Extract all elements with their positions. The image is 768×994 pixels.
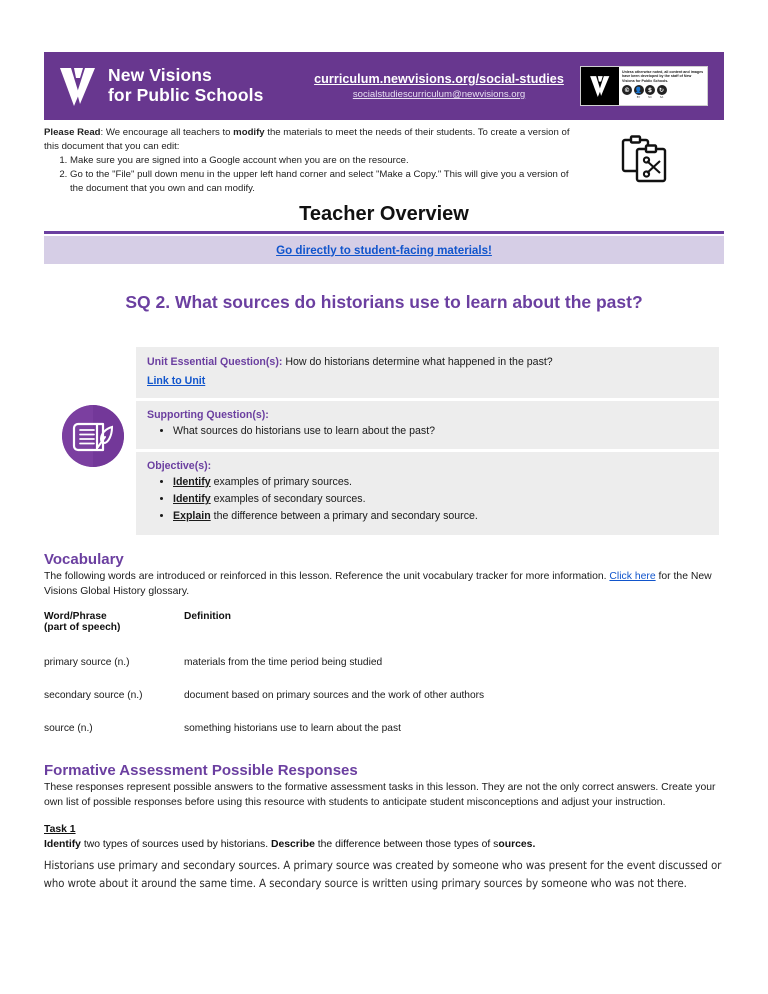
column-header-line-1: Word/Phrase bbox=[44, 611, 107, 623]
objective-item: Identify examples of primary sources. bbox=[173, 474, 708, 491]
table-row: secondary source (n.) document based on … bbox=[44, 684, 684, 717]
column-header-word-phrase: Word/Phrase (part of speech) bbox=[44, 611, 184, 651]
cc-nc-icon: $ bbox=[645, 85, 655, 96]
vocabulary-intro-a: The following words are introduced or re… bbox=[44, 571, 610, 582]
supporting-question-list: What sources do historians use to learn … bbox=[147, 423, 708, 440]
objectives-box: Objective(s): Identify examples of prima… bbox=[136, 452, 719, 535]
vocabulary-intro: The following words are introduced or re… bbox=[44, 569, 714, 599]
vocab-term: primary source (n.) bbox=[44, 657, 130, 669]
supporting-question-item: What sources do historians use to learn … bbox=[173, 423, 708, 440]
table-row: source (n.) something historians use to … bbox=[44, 717, 684, 750]
objective-rest: examples of primary sources. bbox=[210, 476, 352, 489]
cc-icon-row: © 👤 $ ↻ bbox=[622, 85, 704, 96]
task-prompt-mid-2: the difference between those types of s bbox=[314, 839, 499, 851]
supporting-question-label: Supporting Question(s): bbox=[147, 408, 269, 421]
license-text-box: Unless otherwise noted, all content and … bbox=[619, 67, 707, 105]
cc-cap-sa: SA bbox=[659, 95, 664, 99]
lesson-info-boxes: Unit Essential Question(s): How do histo… bbox=[136, 347, 719, 535]
cc-sa-icon: ↻ bbox=[656, 85, 667, 96]
license-checkmark-icon bbox=[590, 76, 610, 97]
formative-assessment-intro: These responses represent possible answe… bbox=[44, 782, 716, 809]
logo-line-2: for Public Schools bbox=[108, 85, 264, 105]
make-a-copy-clipboard-scissors-icon bbox=[620, 134, 676, 184]
student-materials-banner: Go directly to student-facing materials! bbox=[44, 236, 724, 264]
vocab-term: secondary source (n.) bbox=[44, 690, 143, 702]
unit-essential-question-label: Unit Essential Question(s): bbox=[147, 356, 283, 368]
please-read-step: Go to the "File" pull down menu in the u… bbox=[70, 168, 584, 195]
unit-essential-question-box: Unit Essential Question(s): How do histo… bbox=[136, 347, 719, 398]
task-sample-answer: Historians use primary and secondary sou… bbox=[43, 858, 722, 891]
vocabulary-section: Vocabulary The following words are intro… bbox=[44, 551, 714, 750]
cc-icon: © bbox=[622, 85, 632, 96]
please-read-steps: Make sure you are signed into a Google a… bbox=[44, 154, 584, 195]
cc-caption-row: BY NC SA bbox=[622, 96, 704, 99]
vocabulary-table: Word/Phrase (part of speech) Definition … bbox=[44, 611, 684, 750]
objective-verb: Identify bbox=[173, 493, 211, 506]
task-prompt: Identify two types of sources used by hi… bbox=[44, 837, 724, 852]
scroll-and-quill-icon bbox=[62, 405, 124, 467]
new-visions-checkmark-icon bbox=[58, 64, 98, 108]
new-visions-logo: New Visions for Public Schools bbox=[58, 64, 308, 108]
supporting-question-box: Supporting Question(s): What sources do … bbox=[136, 400, 719, 450]
please-read-intro: : We encourage all teachers to bbox=[100, 127, 234, 138]
student-facing-materials-link[interactable]: Go directly to student-facing materials! bbox=[276, 244, 492, 257]
task-prompt-verb-describe: Describe bbox=[270, 839, 315, 851]
task-prompt-verb-identify: Identify bbox=[44, 839, 81, 851]
link-to-unit-link[interactable]: Link to Unit bbox=[147, 375, 205, 387]
cc-cap-0 bbox=[622, 96, 632, 99]
column-header-definition: Definition bbox=[184, 611, 231, 623]
objective-rest: the difference between a primary and sec… bbox=[210, 510, 478, 523]
vocab-definition: document based on primary sources and th… bbox=[184, 690, 485, 702]
logo-wordmark: New Visions for Public Schools bbox=[108, 66, 263, 105]
header-band: New Visions for Public Schools curriculu… bbox=[44, 52, 724, 120]
vocab-term: source (n.) bbox=[44, 723, 93, 735]
objective-verb: Explain bbox=[173, 510, 211, 523]
unit-question-line: Unit Essential Question(s): How do histo… bbox=[147, 355, 708, 371]
table-header-row: Word/Phrase (part of speech) Definition bbox=[44, 611, 684, 651]
task-prompt-tail: ources. bbox=[498, 839, 536, 851]
document-page: New Visions for Public Schools curriculu… bbox=[0, 0, 768, 994]
vocabulary-heading: Vocabulary bbox=[44, 551, 124, 568]
license-notice-text: Unless otherwise noted, all content and … bbox=[622, 69, 704, 83]
please-read-label: Please Read bbox=[44, 127, 101, 138]
please-read-block: Please Read: We encourage all teachers t… bbox=[44, 126, 584, 196]
table-row: primary source (n.) materials from the t… bbox=[44, 651, 684, 684]
creative-commons-license-badge: Unless otherwise noted, all content and … bbox=[580, 66, 708, 106]
objectives-list: Identify examples of primary sources. Id… bbox=[147, 474, 708, 525]
column-header-line-2: (part of speech) bbox=[44, 622, 121, 634]
objective-item: Identify examples of secondary sources. bbox=[173, 491, 708, 508]
objective-verb: Identify bbox=[173, 476, 211, 489]
cc-by-icon: 👤 bbox=[633, 85, 644, 96]
curriculum-email-link[interactable]: socialstudiescurriculum@newvisions.org bbox=[308, 89, 570, 100]
task-prompt-mid-1: two types of sources used by historians. bbox=[80, 839, 271, 851]
please-read-step: Make sure you are signed into a Google a… bbox=[70, 154, 584, 168]
formative-assessment-heading: Formative Assessment Possible Responses bbox=[44, 762, 358, 779]
task-label: Task 1 bbox=[44, 824, 76, 836]
objective-item: Explain the difference between a primary… bbox=[173, 508, 708, 525]
page-title: Teacher Overview bbox=[299, 203, 469, 225]
header-links: curriculum.newvisions.org/social-studies… bbox=[308, 72, 580, 100]
formative-assessment-section: Formative Assessment Possible Responses … bbox=[43, 762, 724, 893]
curriculum-url-link[interactable]: curriculum.newvisions.org/social-studies bbox=[308, 72, 570, 86]
license-logo-box bbox=[581, 67, 619, 105]
cc-cap-nc: NC bbox=[648, 95, 652, 99]
please-read-modify-word: modify bbox=[233, 127, 265, 138]
logo-line-1: New Visions bbox=[108, 65, 212, 86]
cc-cap-by: BY bbox=[636, 95, 641, 99]
glossary-click-here-link[interactable]: Click here bbox=[609, 571, 655, 582]
objective-rest: examples of secondary sources. bbox=[210, 493, 366, 506]
vocab-definition: something historians use to learn about … bbox=[184, 723, 401, 735]
objectives-label: Objective(s): bbox=[147, 460, 212, 473]
vocab-definition: materials from the time period being stu… bbox=[184, 657, 383, 669]
supporting-question-heading: SQ 2. What sources do historians use to … bbox=[125, 292, 643, 312]
title-divider bbox=[44, 231, 724, 234]
unit-essential-question-text: How do historians determine what happene… bbox=[282, 356, 553, 368]
